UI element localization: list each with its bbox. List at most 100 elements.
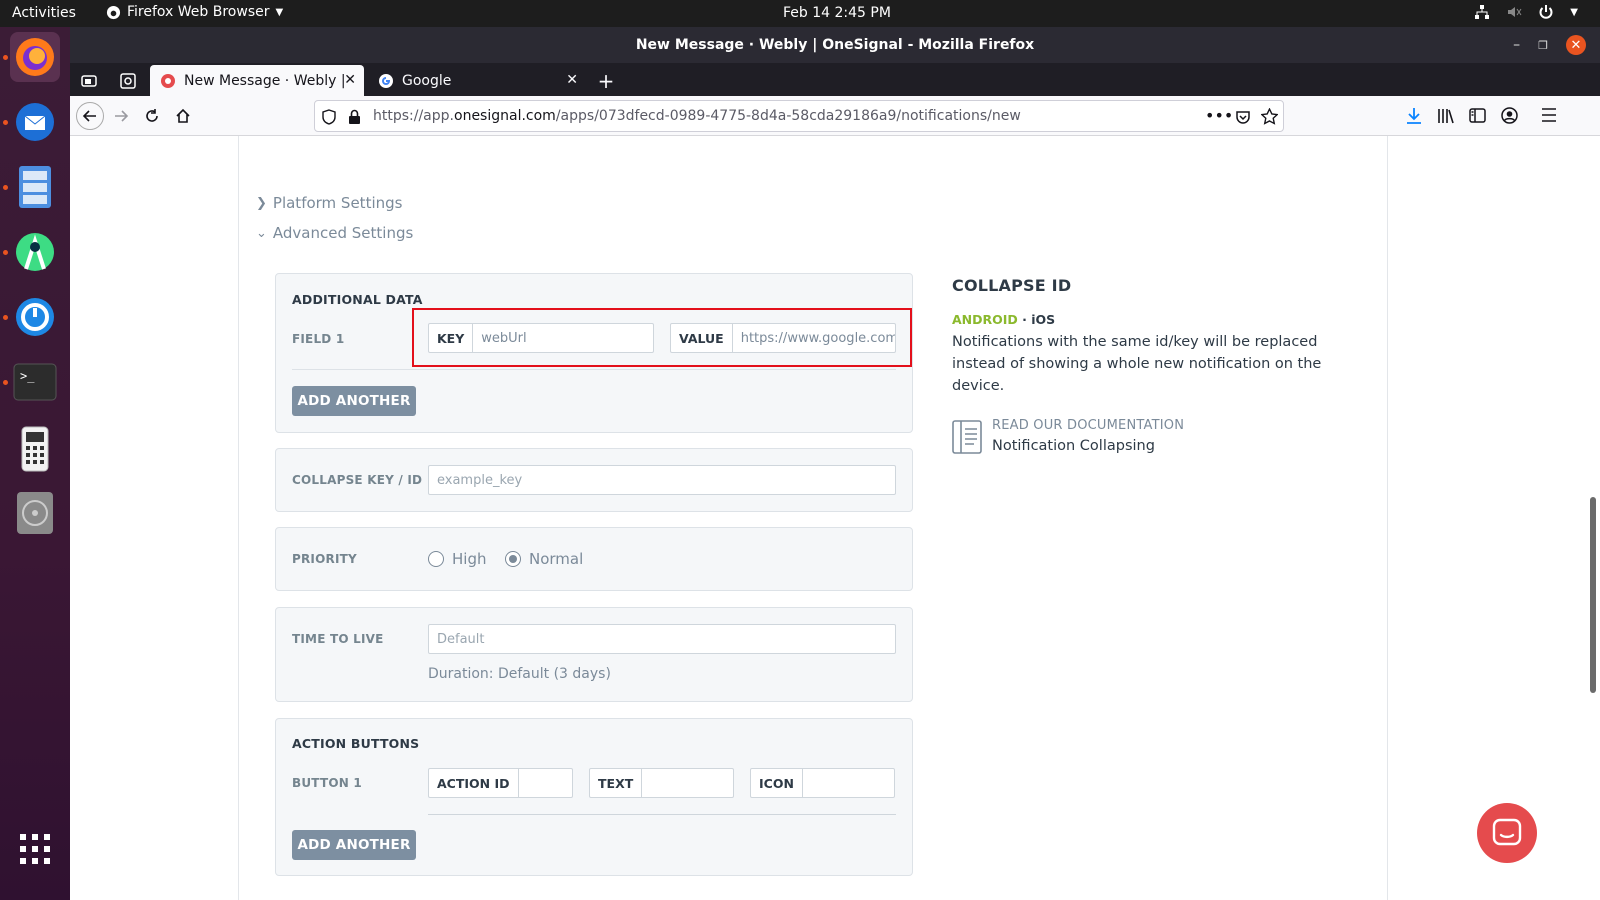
tab-new-message[interactable]: New Message · Webly | O ✕ [150,65,364,96]
button-icon-label: ICON [751,769,803,797]
firefox-small-icon [106,5,121,19]
button-text-input[interactable]: TEXT [589,768,734,798]
downloads-icon[interactable] [1406,107,1422,125]
navigation-toolbar: https://app.onesignal.com/apps/073dfecd-… [70,96,1600,136]
clock[interactable]: Feb 14 2:45 PM [783,5,891,21]
collapse-key-label: COLLAPSE KEY / ID [292,473,423,487]
network-icon [1475,5,1490,19]
google-favicon-icon [379,73,393,88]
help-description: Notifications with the same id/key will … [952,334,1322,394]
minimize-icon[interactable]: – [1513,37,1520,53]
firefox-view-button[interactable] [76,65,102,96]
help-title: COLLAPSE ID [952,276,1072,295]
add-another-data-button[interactable]: ADD ANOTHER [292,386,416,416]
action-buttons-title: ACTION BUTTONS [292,736,420,751]
chat-launcher-button[interactable] [1477,803,1537,863]
url-bar[interactable]: https://app.onesignal.com/apps/073dfecd-… [314,100,1284,132]
reload-button[interactable] [139,103,165,129]
dock-terminal[interactable]: >_ [10,357,60,407]
dock-timer-app[interactable] [10,292,60,342]
volume-muted-icon [1508,7,1522,17]
tab-google[interactable]: Google ✕ [368,65,586,96]
dock-disk-utility[interactable] [10,488,60,538]
highlight-box [412,308,912,367]
thunderbird-icon [16,103,54,141]
close-tab-icon[interactable]: ✕ [566,72,578,88]
radio-unchecked-icon [428,551,444,567]
dock-files[interactable] [10,162,60,212]
firefox-view-icon [81,74,97,87]
page-actions-icon[interactable]: ••• [1205,106,1233,125]
tab-label: Google [402,72,452,89]
dock-android-studio[interactable] [10,227,60,277]
ttl-panel: TIME TO LIVE Default Duration: Default (… [275,607,913,702]
terminal-icon: >_ [13,363,57,401]
onesignal-favicon-icon [161,73,175,88]
priority-high-radio[interactable]: High [428,550,486,568]
tab-label: New Message · Webly | O [184,72,344,89]
radio-checked-icon [505,551,521,567]
read-documentation-link[interactable]: READ OUR DOCUMENTATION [992,418,1184,433]
activities-button[interactable]: Activities [12,5,76,21]
platform-ios: iOS [1031,312,1056,327]
system-tray[interactable]: ▼ [1474,4,1578,20]
sidebar-icon[interactable] [1469,108,1486,123]
button-text-label: TEXT [590,769,643,797]
platform-android: ANDROID [952,312,1018,327]
firefox-icon [16,38,54,76]
page-scrollbar[interactable] [1590,497,1596,693]
advanced-settings-label: Advanced Settings [272,224,414,242]
phone-device-icon [21,426,49,472]
chevron-right-icon: ❯ [256,195,267,211]
power-icon [1539,5,1553,19]
show-applications-button[interactable] [10,824,60,874]
ttl-input[interactable]: Default [428,624,896,654]
svg-text:>_: >_ [20,369,35,383]
close-window-button[interactable]: ✕ [1566,35,1586,55]
library-icon[interactable] [1437,107,1455,125]
priority-normal-radio[interactable]: Normal [505,550,583,568]
app-menu[interactable]: Firefox Web Browser ▼ [106,4,283,20]
chevron-down-icon: ▼ [275,6,284,18]
window-title: New Message · Webly | OneSignal - Mozill… [635,37,1035,53]
pinned-tab[interactable] [110,65,146,96]
maximize-icon[interactable]: ❐ [1538,39,1548,52]
arrow-right-icon [115,110,129,122]
home-button[interactable] [170,103,196,129]
chevron-down-icon: ⌄ [256,225,267,241]
tab-bar: New Message · Webly | O ✕ Google ✕ + [70,63,1600,96]
back-button[interactable] [76,102,104,130]
bookmark-star-icon[interactable] [1261,108,1278,125]
documentation-title[interactable]: Notification Collapsing [992,438,1155,454]
pocket-icon[interactable] [1235,109,1251,125]
url-text: https://app.onesignal.com/apps/073dfecd-… [373,108,1021,124]
platform-settings-toggle[interactable]: ❯ Platform Settings [256,194,402,212]
action-id-input[interactable]: ACTION ID [428,768,573,798]
hamburger-menu-icon[interactable] [1541,108,1557,122]
plus-icon: + [597,68,615,93]
advanced-settings-toggle[interactable]: ⌄ Advanced Settings [256,224,413,242]
ttl-label: TIME TO LIVE [292,632,384,646]
new-tab-button[interactable]: + [592,65,620,96]
field-1-label: FIELD 1 [292,332,345,346]
android-studio-icon [16,233,54,271]
close-tab-icon[interactable]: ✕ [344,72,356,88]
add-another-button-button[interactable]: ADD ANOTHER [292,830,416,860]
reload-icon [146,109,158,122]
button-icon-input[interactable]: ICON [750,768,895,798]
account-icon[interactable] [1501,107,1518,124]
collapse-key-panel: COLLAPSE KEY / ID example_key [275,448,913,512]
dock-calculator[interactable] [10,424,60,474]
dock-firefox[interactable] [10,32,60,82]
chevron-down-icon: ▼ [1570,6,1578,18]
pinned-tab-icon [120,72,136,89]
system-top-bar: Activities Firefox Web Browser ▼ Feb 14 … [0,0,1600,27]
disk-icon [17,492,53,534]
page-viewport: ❯ Platform Settings ⌄ Advanced Settings … [70,136,1600,900]
dock: >_ [0,27,70,900]
collapse-key-input[interactable]: example_key [428,465,896,495]
forward-button[interactable] [108,103,134,129]
dock-thunderbird[interactable] [10,97,60,147]
priority-label: PRIORITY [292,552,357,566]
timer-icon [16,298,54,336]
